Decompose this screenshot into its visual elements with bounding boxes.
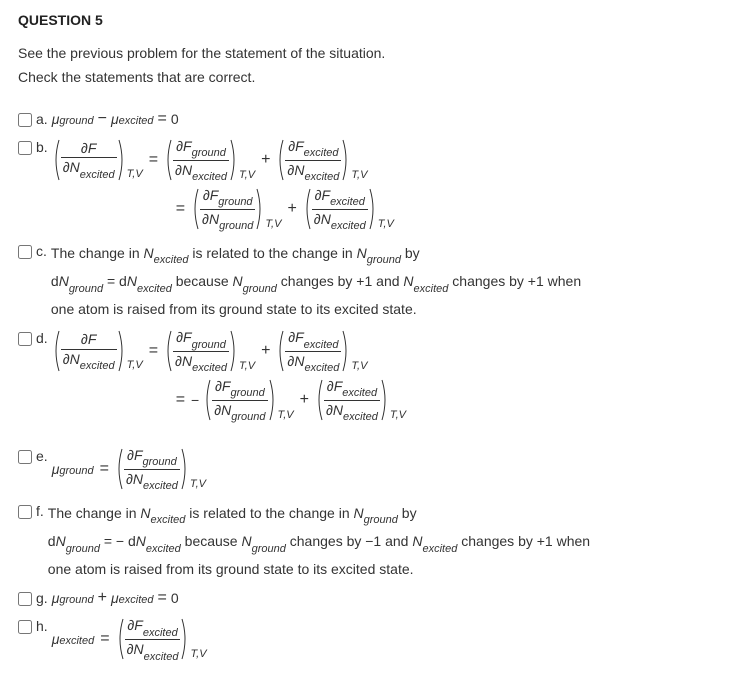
- eq-op: =: [100, 460, 109, 478]
- option-g: g. μground + μexcited = 0: [18, 589, 723, 611]
- label-c: c.: [36, 242, 47, 259]
- checkbox-h[interactable]: [18, 620, 32, 634]
- zero: 0: [171, 590, 179, 606]
- option-f-line2: dNground = − dNexcited because Nground c…: [48, 530, 723, 556]
- checkbox-f[interactable]: [18, 505, 32, 519]
- eq-op: =: [176, 200, 185, 218]
- sub-ground: ground: [59, 465, 93, 477]
- paren-dFexcited-dNexcited-d2: ∂Fexcited∂Nexcited T,V: [315, 378, 406, 423]
- label-b: b.: [36, 138, 48, 155]
- equation-h: μexcited = ∂Fexcited∂Nexcited T,V: [52, 617, 723, 662]
- sub-excited: excited: [119, 115, 154, 127]
- option-f-line3: one atom is raised from its ground state…: [48, 558, 723, 580]
- option-b: b. ∂F∂Nexcited T,V = ∂Fground∂Nexcited T…: [18, 138, 723, 236]
- equation-e: μground = ∂Fground∂Nexcited T,V: [52, 447, 723, 492]
- instruction-line-1: See the previous problem for the stateme…: [18, 42, 723, 66]
- option-c-line2: dNground = dNexcited because Nground cha…: [51, 270, 723, 296]
- equation-d-line1: ∂F∂Nexcited T,V = ∂Fground∂Nexcited T,V …: [52, 329, 723, 374]
- mu-symbol: μ: [111, 590, 119, 606]
- paren-dFexcited-dNexcited-h: ∂Fexcited∂Nexcited T,V: [116, 617, 207, 662]
- paren-dFexcited-dNexcited-2: ∂Fexcited∂Nexcited T,V: [303, 187, 394, 232]
- instructions: See the previous problem for the stateme…: [18, 42, 723, 90]
- paren-dF-dNexcited-d: ∂F∂Nexcited T,V: [52, 329, 143, 373]
- paren-dFground-dNground-d: ∂Fground∂Nground T,V: [203, 378, 293, 423]
- option-a: a. μground − μexcited = 0: [18, 110, 723, 132]
- plus-op: +: [287, 200, 296, 218]
- label-e: e.: [36, 447, 48, 464]
- checkbox-d[interactable]: [18, 332, 32, 346]
- eq-op: =: [149, 342, 158, 360]
- sub-ground: ground: [59, 594, 93, 606]
- zero: 0: [171, 111, 179, 127]
- option-d: d. ∂F∂Nexcited T,V = ∂Fground∂Nexcited T…: [18, 329, 723, 427]
- mu-symbol: μ: [111, 111, 119, 127]
- option-h: h. μexcited = ∂Fexcited∂Nexcited T,V: [18, 617, 723, 666]
- label-a: a.: [36, 110, 48, 127]
- mu-symbol: μ: [52, 461, 60, 477]
- paren-dFexcited-dNexcited: ∂Fexcited∂Nexcited T,V: [276, 138, 367, 183]
- checkbox-b[interactable]: [18, 141, 32, 155]
- checkbox-g[interactable]: [18, 592, 32, 606]
- paren-dFground-dNexcited: ∂Fground∂Nexcited T,V: [164, 138, 255, 183]
- minus-op: −: [191, 392, 199, 408]
- question-header: QUESTION 5: [18, 12, 723, 28]
- checkbox-e[interactable]: [18, 450, 32, 464]
- plus-op: +: [261, 151, 270, 169]
- mu-symbol: μ: [52, 631, 60, 647]
- plus-op: +: [98, 589, 107, 607]
- mu-symbol: μ: [52, 590, 60, 606]
- checkbox-c[interactable]: [18, 245, 32, 259]
- mu-symbol: μ: [52, 111, 60, 127]
- label-h: h.: [36, 617, 48, 634]
- option-c: c. The change in Nexcited is related to …: [18, 242, 723, 323]
- eq-op: =: [158, 589, 167, 607]
- label-f: f.: [36, 502, 44, 519]
- sub-excited: excited: [119, 594, 154, 606]
- paren-dFground-dNexcited-d: ∂Fground∂Nexcited T,V: [164, 329, 255, 374]
- plus-op: +: [261, 342, 270, 360]
- plus-op: +: [300, 391, 309, 409]
- equation-b-line1: ∂F∂Nexcited T,V = ∂Fground∂Nexcited T,V …: [52, 138, 723, 183]
- equation-g: μground + μexcited = 0: [52, 589, 723, 607]
- eq-op: =: [100, 630, 109, 648]
- equation-d-line2: = − ∂Fground∂Nground T,V + ∂Fexcited∂Nex…: [170, 378, 723, 423]
- minus-op: −: [98, 110, 107, 128]
- option-c-line3: one atom is raised from its ground state…: [51, 298, 723, 320]
- sub-excited: excited: [59, 635, 94, 647]
- option-f: f. The change in Nexcited is related to …: [18, 502, 723, 583]
- paren-dFexcited-dNexcited-d: ∂Fexcited∂Nexcited T,V: [276, 329, 367, 374]
- paren-dF-dNexcited: ∂F∂Nexcited T,V: [52, 138, 143, 182]
- sub-ground: ground: [59, 115, 93, 127]
- equation-a: μground − μexcited = 0: [52, 110, 723, 128]
- label-d: d.: [36, 329, 48, 346]
- eq-op: =: [158, 110, 167, 128]
- option-e: e. μground = ∂Fground∂Nexcited T,V: [18, 447, 723, 496]
- paren-dFground-dNexcited-e: ∂Fground∂Nexcited T,V: [115, 447, 206, 492]
- paren-dFground-dNground: ∂Fground∂Nground T,V: [191, 187, 281, 232]
- checkbox-a[interactable]: [18, 113, 32, 127]
- label-g: g.: [36, 589, 48, 606]
- option-c-line1: The change in Nexcited is related to the…: [51, 242, 723, 268]
- eq-op: =: [149, 151, 158, 169]
- eq-op: =: [176, 391, 185, 409]
- instruction-line-2: Check the statements that are correct.: [18, 66, 723, 90]
- option-f-line1: The change in Nexcited is related to the…: [48, 502, 723, 528]
- equation-b-line2: = ∂Fground∂Nground T,V + ∂Fexcited∂Nexci…: [170, 187, 723, 232]
